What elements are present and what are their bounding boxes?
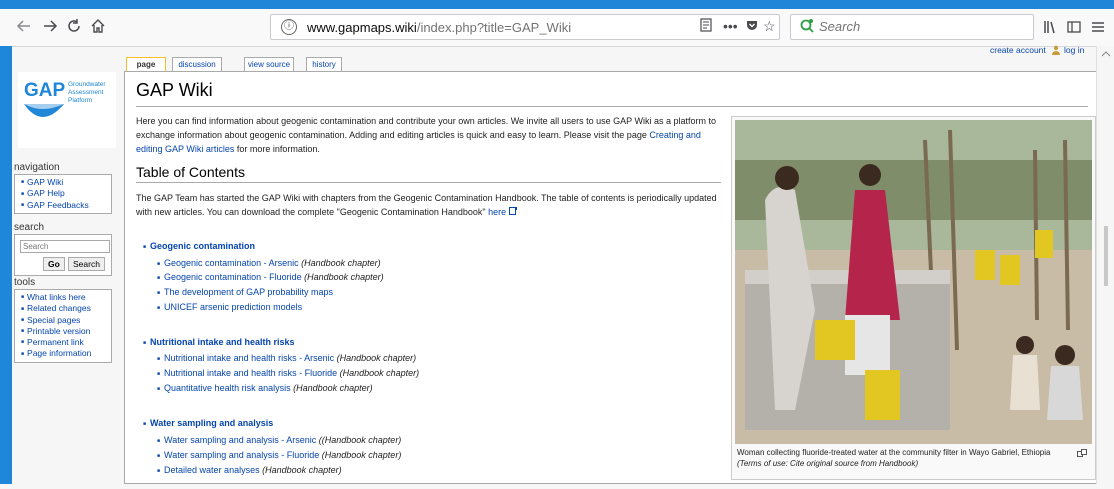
browser-search-bar[interactable] — [790, 14, 1034, 40]
navigation-title: navigation — [14, 162, 60, 173]
tab-history[interactable]: history — [306, 57, 342, 71]
sidebar-item-gap-wiki[interactable]: GAP Wiki — [21, 177, 111, 188]
tab-page[interactable]: page — [126, 57, 166, 71]
search-portlet: Go Search — [14, 234, 112, 276]
forward-arrow-icon — [44, 20, 58, 32]
section-nutritional-intake[interactable]: Nutritional intake and health risks — [143, 337, 295, 347]
go-button[interactable]: Go — [43, 257, 65, 271]
toc-heading: Table of Contents — [136, 164, 245, 180]
image-caption: Woman collecting fluoride-treated water … — [737, 447, 1077, 469]
toc-divider — [136, 182, 721, 183]
list-item[interactable]: Nutritional intake and health risks - Fl… — [157, 368, 419, 378]
library-icon[interactable] — [1042, 19, 1058, 39]
pocket-icon[interactable] — [745, 18, 759, 35]
sidebar-item-gap-help[interactable]: GAP Help — [21, 188, 111, 199]
log-in-link[interactable]: log in — [1064, 45, 1084, 55]
window-left-border — [0, 46, 12, 484]
wiki-search-input[interactable] — [20, 240, 110, 253]
external-link-icon — [508, 206, 517, 217]
page-title: GAP Wiki — [136, 80, 213, 100]
create-account-link[interactable]: create account — [990, 45, 1046, 55]
list-item[interactable]: Water sampling and analysis - Fluoride (… — [157, 450, 401, 460]
toc-paragraph: The GAP Team has started the GAP Wiki wi… — [136, 193, 717, 217]
page-scrollbar[interactable] — [1096, 46, 1114, 484]
navigation-portlet: GAP Wiki GAP Help GAP Feedbacks — [14, 174, 112, 214]
title-divider — [136, 106, 1088, 107]
tool-permanent-link[interactable]: Permanent link — [21, 337, 111, 348]
list-item[interactable]: Nutritional intake and health risks - Ar… — [157, 353, 416, 363]
forward-button[interactable] — [40, 17, 60, 37]
bookmark-star-icon[interactable]: ☆ — [763, 18, 776, 35]
browser-toolbar: ⓘ www.gapmaps.wiki/index.php?title=GAP_W… — [0, 9, 1114, 47]
browser-search-input[interactable] — [817, 18, 1021, 35]
tool-related-changes[interactable]: Related changes — [21, 303, 111, 314]
home-icon — [91, 19, 105, 33]
reader-view-icon[interactable] — [699, 18, 713, 35]
sidebar-item-gap-feedbacks[interactable]: GAP Feedbacks — [21, 200, 111, 211]
intro-paragraph: Here you can find information about geog… — [136, 116, 716, 154]
tool-page-information[interactable]: Page information — [21, 348, 111, 359]
logo-letters: GAP — [24, 80, 66, 101]
list-item[interactable]: Water sampling and analysis - Arsenic ((… — [157, 435, 401, 445]
sidebar-toggle-icon[interactable] — [1066, 19, 1082, 39]
address-bar[interactable]: ⓘ www.gapmaps.wiki/index.php?title=GAP_W… — [270, 14, 780, 40]
tools-portlet: What links here Related changes Special … — [14, 289, 112, 363]
section-geogenic-contamination[interactable]: Geogenic contamination — [143, 241, 255, 251]
home-button[interactable] — [88, 17, 108, 37]
logo-line-1: Groundwater — [68, 81, 106, 88]
section-water-sampling[interactable]: Water sampling and analysis — [143, 418, 273, 428]
photo-woman-collecting-water[interactable] — [735, 120, 1092, 444]
user-icon — [1051, 45, 1061, 57]
list-item[interactable]: UNICEF arsenic prediction models — [157, 302, 302, 312]
page-actions-icon[interactable]: ••• — [723, 18, 738, 34]
window-titlebar — [0, 0, 1114, 9]
hamburger-menu-icon[interactable] — [1090, 19, 1106, 39]
logo-line-3: Platform — [68, 97, 92, 104]
tab-view-source[interactable]: view source — [244, 57, 294, 71]
site-logo[interactable]: GAP Groundwater Assessment Platform — [18, 72, 116, 148]
list-item[interactable]: Detailed water analyses (Handbook chapte… — [157, 465, 342, 475]
list-item[interactable]: The development of GAP probability maps — [157, 287, 333, 297]
gap-logo-icon: GAP Groundwater Assessment Platform — [24, 80, 106, 117]
tool-printable-version[interactable]: Printable version — [21, 326, 111, 337]
caption-terms: (Terms of use: Cite original source from… — [737, 459, 919, 468]
tab-discussion[interactable]: discussion — [172, 57, 222, 71]
back-arrow-icon — [16, 20, 30, 32]
reload-icon — [68, 19, 80, 32]
enlarge-icon[interactable] — [1077, 449, 1087, 459]
list-item[interactable]: Quantitative health risk analysis (Handb… — [157, 383, 373, 393]
tool-special-pages[interactable]: Special pages — [21, 315, 111, 326]
tools-title: tools — [14, 277, 36, 288]
search-title: search — [14, 222, 45, 233]
search-button[interactable]: Search — [68, 257, 105, 271]
url-text: www.gapmaps.wiki/index.php?title=GAP_Wik… — [307, 20, 572, 35]
search-engine-icon — [800, 19, 814, 33]
logo-line-2: Assessment — [68, 89, 104, 96]
image-thumbnail: Woman collecting fluoride-treated water … — [731, 116, 1096, 480]
site-info-icon[interactable]: ⓘ — [281, 19, 297, 35]
main-content: GAP Wiki Here you can find information a… — [124, 71, 1096, 484]
reload-button[interactable] — [64, 17, 84, 37]
list-item[interactable]: Geogenic contamination - Arsenic (Handbo… — [157, 258, 381, 268]
back-button[interactable] — [14, 17, 34, 37]
handbook-download-link[interactable]: here — [488, 207, 506, 217]
list-item[interactable]: Geogenic contamination - Fluoride (Handb… — [157, 272, 384, 282]
caption-text: Woman collecting fluoride-treated water … — [737, 448, 1051, 457]
tool-what-links-here[interactable]: What links here — [21, 292, 111, 303]
